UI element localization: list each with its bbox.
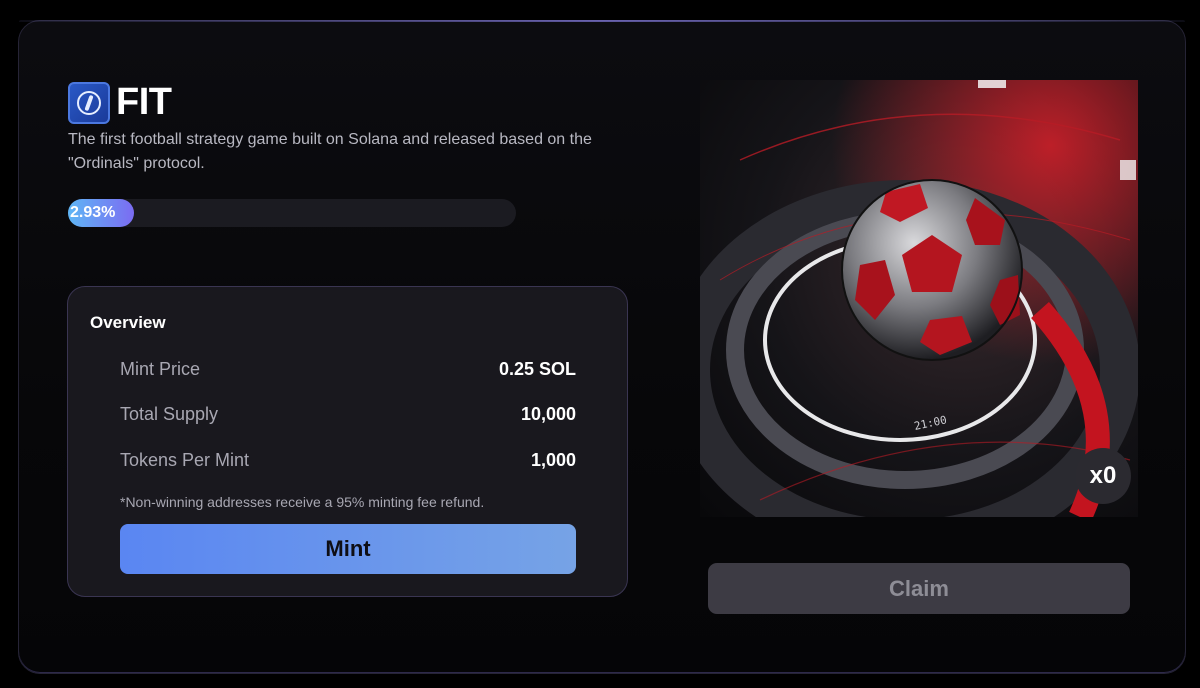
count-badge: x0 (1075, 448, 1131, 504)
tokens-per-mint-label: Tokens Per Mint (120, 450, 250, 470)
project-title: FIT (116, 81, 172, 123)
progress-label: 2.93% (70, 204, 116, 221)
total-supply-value: 10,000 (520, 404, 576, 424)
mint-price-row: Mint Price 0.25 SOL (120, 357, 576, 381)
tokens-per-mint-row: Tokens Per Mint 1,000 (120, 448, 576, 472)
refund-note: *Non-winning addresses receive a 95% min… (120, 494, 485, 510)
project-description: The first football strategy game built o… (68, 131, 592, 172)
football-artwork-image: 21:00 (700, 80, 1138, 517)
overview-title: Overview (90, 313, 166, 332)
mint-progress-bar: 2.93% (68, 199, 516, 227)
mint-price-label: Mint Price (120, 359, 201, 379)
mint-button[interactable]: Mint (120, 524, 576, 574)
fit-logo-icon (68, 82, 110, 124)
tokens-per-mint-value: 1,000 (530, 450, 576, 470)
total-supply-row: Total Supply 10,000 (120, 402, 576, 426)
overview-panel: Overview Mint Price 0.25 SOL Total Suppl… (67, 286, 628, 597)
total-supply-label: Total Supply (120, 404, 219, 424)
claim-button[interactable]: Claim (708, 563, 1130, 614)
mint-price-value: 0.25 SOL (498, 359, 576, 379)
